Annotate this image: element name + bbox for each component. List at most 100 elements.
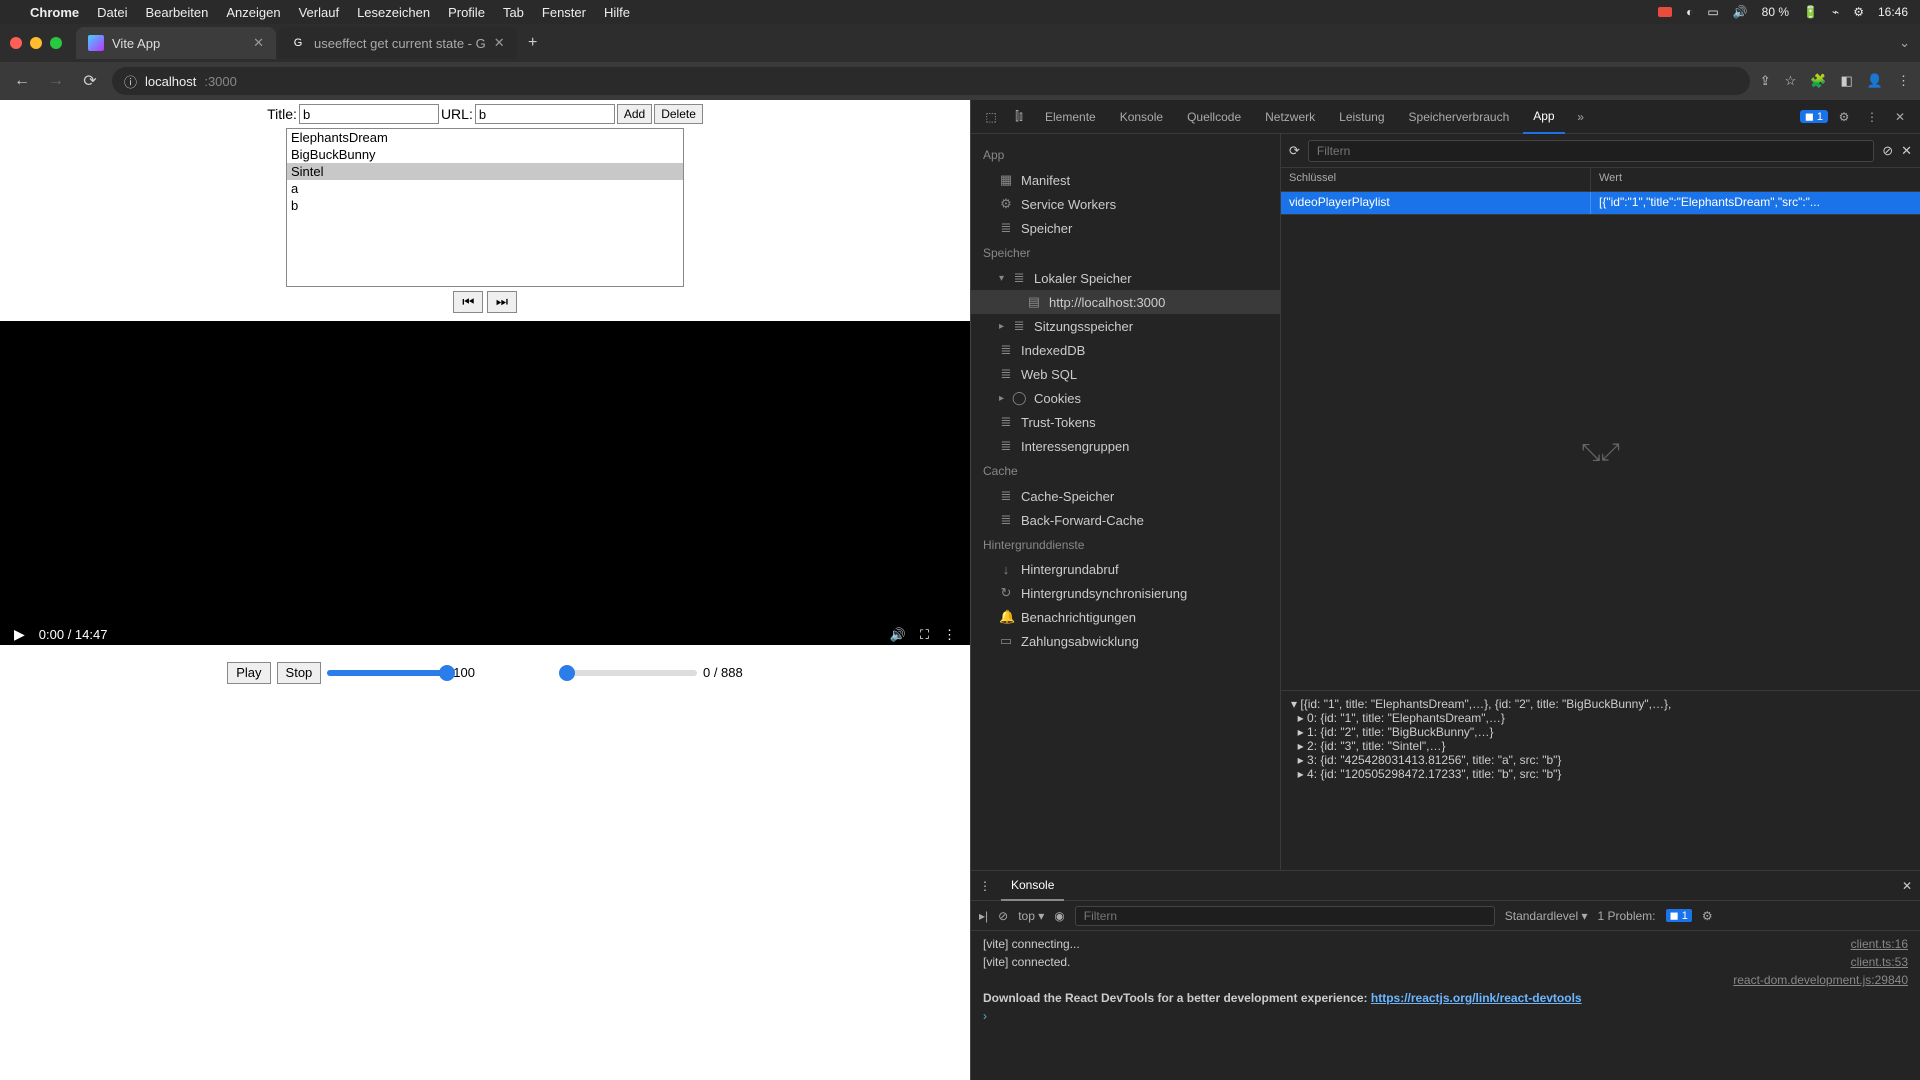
video-menu-icon[interactable]: ⋮	[943, 627, 956, 643]
next-track-button[interactable]: ⏭	[487, 291, 517, 313]
sidebar-item-manifest[interactable]: ▦Manifest	[971, 168, 1280, 192]
display-icon[interactable]: ▭	[1707, 5, 1718, 19]
sidepanel-icon[interactable]: ◧	[1841, 73, 1853, 89]
list-item[interactable]: ElephantsDream	[287, 129, 683, 146]
devtools-tab[interactable]: Netzwerk	[1255, 100, 1325, 134]
add-button[interactable]: Add	[617, 104, 652, 124]
share-icon[interactable]: ⇪	[1760, 73, 1771, 89]
console-settings-icon[interactable]: ⚙	[1702, 909, 1713, 923]
menu-profile[interactable]: Profile	[448, 5, 485, 20]
menu-anzeigen[interactable]: Anzeigen	[226, 5, 280, 20]
sidebar-item-local-storage[interactable]: ▾≣Lokaler Speicher	[971, 266, 1280, 290]
problem-label[interactable]: 1 Problem:	[1597, 909, 1655, 923]
menu-hilfe[interactable]: Hilfe	[604, 5, 630, 20]
disclosure-closed-icon[interactable]: ▸	[999, 321, 1004, 332]
list-item[interactable]: BigBuckBunny	[287, 146, 683, 163]
problem-badge[interactable]: ◼ 1	[1666, 909, 1692, 922]
wifi-icon[interactable]: ⌁	[1832, 5, 1839, 19]
seek-slider[interactable]	[567, 670, 697, 676]
sidebar-item-interest-groups[interactable]: ≣Interessengruppen	[971, 434, 1280, 458]
storage-row[interactable]: videoPlayerPlaylist [{"id":"1","title":"…	[1281, 192, 1920, 214]
context-selector[interactable]: top ▾	[1018, 909, 1044, 923]
close-tab-icon[interactable]: ✕	[494, 35, 505, 51]
devtools-tab[interactable]: Speicherverbrauch	[1399, 100, 1520, 134]
new-tab-button[interactable]: +	[519, 29, 547, 57]
storage-empty-area[interactable]: ⤡⤢	[1281, 215, 1920, 690]
reload-button[interactable]: ⟳	[78, 71, 102, 91]
console-filter-input[interactable]	[1075, 906, 1495, 926]
profile-icon[interactable]: 👤	[1867, 73, 1883, 89]
sidebar-item-websql[interactable]: ≣Web SQL	[971, 362, 1280, 386]
battery-icon[interactable]: 🔋	[1803, 5, 1818, 19]
console-log[interactable]: [vite] connecting... client.ts:16 [vite]…	[971, 931, 1920, 1080]
fullscreen-icon[interactable]: ⛶	[920, 627, 929, 643]
browser-tab-active[interactable]: Vite App ✕	[76, 27, 276, 59]
devtools-link[interactable]: https://reactjs.org/link/react-devtools	[1371, 991, 1582, 1005]
close-drawer-icon[interactable]: ✕	[1902, 879, 1912, 893]
filter-input[interactable]	[1308, 140, 1874, 162]
volume-icon[interactable]: 🔊	[890, 627, 906, 643]
volume-icon[interactable]: 🔊	[1733, 5, 1748, 19]
sidebar-item-origin[interactable]: ▤http://localhost:3000	[971, 290, 1280, 314]
log-line[interactable]: [vite] connecting... client.ts:16	[971, 935, 1920, 953]
back-button[interactable]: ←	[10, 72, 34, 90]
stop-button[interactable]: Stop	[277, 662, 322, 684]
close-window-button[interactable]	[10, 37, 22, 49]
forward-button[interactable]: →	[44, 72, 68, 90]
tab-overflow-icon[interactable]: ⌄	[1889, 35, 1920, 51]
preview-line[interactable]: ▸ 2: {id: "3", title: "Sintel",…}	[1291, 739, 1910, 753]
extensions-icon[interactable]: 🧩	[1810, 73, 1826, 89]
device-toggle-icon[interactable]: ⫿⫾	[1007, 109, 1031, 124]
sidebar-item-cache-storage[interactable]: ≣Cache-Speicher	[971, 484, 1280, 508]
sidebar-item-payment[interactable]: ▭Zahlungsabwicklung	[971, 629, 1280, 653]
value-preview[interactable]: ▾ [{id: "1", title: "ElephantsDream",…},…	[1281, 690, 1920, 870]
log-line[interactable]: [vite] connected. client.ts:53	[971, 953, 1920, 971]
log-line[interactable]: react-dom.development.js:29840	[971, 971, 1920, 989]
log-level-selector[interactable]: Standardlevel ▾	[1505, 909, 1588, 923]
live-expression-icon[interactable]: ◉	[1054, 909, 1064, 923]
menu-verlauf[interactable]: Verlauf	[299, 5, 339, 20]
disclosure-open-icon[interactable]: ▾	[999, 273, 1004, 284]
browser-tab[interactable]: G useeffect get current state - G ✕	[278, 27, 517, 59]
bookmark-icon[interactable]: ☆	[1785, 73, 1797, 89]
log-source[interactable]: client.ts:16	[1851, 937, 1908, 951]
maximize-window-button[interactable]	[50, 37, 62, 49]
list-item[interactable]: Sintel	[287, 163, 683, 180]
clock[interactable]: 16:46	[1878, 5, 1908, 19]
menu-datei[interactable]: Datei	[97, 5, 127, 20]
control-center-icon[interactable]: ⚙	[1853, 5, 1864, 19]
minimize-window-button[interactable]	[30, 37, 42, 49]
sidebar-item-service-workers[interactable]: ⚙Service Workers	[971, 192, 1280, 216]
devtools-tab[interactable]: Elemente	[1035, 100, 1106, 134]
menu-fenster[interactable]: Fenster	[542, 5, 586, 20]
sidebar-item-background-fetch[interactable]: ↓Hintergrundabruf	[971, 558, 1280, 581]
sidebar-item-session-storage[interactable]: ▸≣Sitzungsspeicher	[971, 314, 1280, 338]
tray-icon[interactable]: ◐	[1686, 5, 1693, 19]
recording-indicator-icon[interactable]	[1658, 7, 1672, 17]
sidebar-item-trust-tokens[interactable]: ≣Trust-Tokens	[971, 410, 1280, 434]
sidebar-item-indexeddb[interactable]: ≣IndexedDB	[971, 338, 1280, 362]
settings-icon[interactable]: ⚙	[1832, 110, 1856, 124]
console-tab[interactable]: Konsole	[1001, 871, 1064, 901]
video-player[interactable]: ▶ 0:00 / 14:47 🔊 ⛶ ⋮ Play Stop 100	[0, 321, 970, 701]
title-input[interactable]	[299, 104, 439, 124]
site-info-icon[interactable]: ⓘ	[124, 72, 137, 91]
issues-badge[interactable]: ◼ 1	[1800, 110, 1828, 123]
console-menu-icon[interactable]: ⋮	[979, 879, 991, 893]
column-key[interactable]: Schlüssel	[1281, 168, 1591, 191]
prev-track-button[interactable]: ⏮	[453, 291, 483, 313]
menu-lesezeichen[interactable]: Lesezeichen	[357, 5, 430, 20]
refresh-icon[interactable]: ⟳	[1289, 143, 1300, 159]
close-tab-icon[interactable]: ✕	[253, 35, 264, 51]
more-tabs-icon[interactable]: »	[1569, 110, 1593, 124]
preview-line[interactable]: ▸ 3: {id: "425428031413.81256", title: "…	[1291, 753, 1910, 767]
close-icon[interactable]: ✕	[1901, 143, 1912, 159]
console-prompt[interactable]: ›	[971, 1007, 1920, 1025]
inspect-icon[interactable]: ⬚	[979, 110, 1003, 124]
column-value[interactable]: Wert	[1591, 168, 1920, 191]
close-devtools-icon[interactable]: ✕	[1888, 110, 1912, 124]
sidebar-item-cookies[interactable]: ▸◯Cookies	[971, 386, 1280, 410]
devtools-tab-active[interactable]: App	[1523, 100, 1564, 134]
console-sidebar-icon[interactable]: ▸|	[979, 909, 988, 923]
preview-line[interactable]: ▸ 0: {id: "1", title: "ElephantsDream",……	[1291, 711, 1910, 725]
